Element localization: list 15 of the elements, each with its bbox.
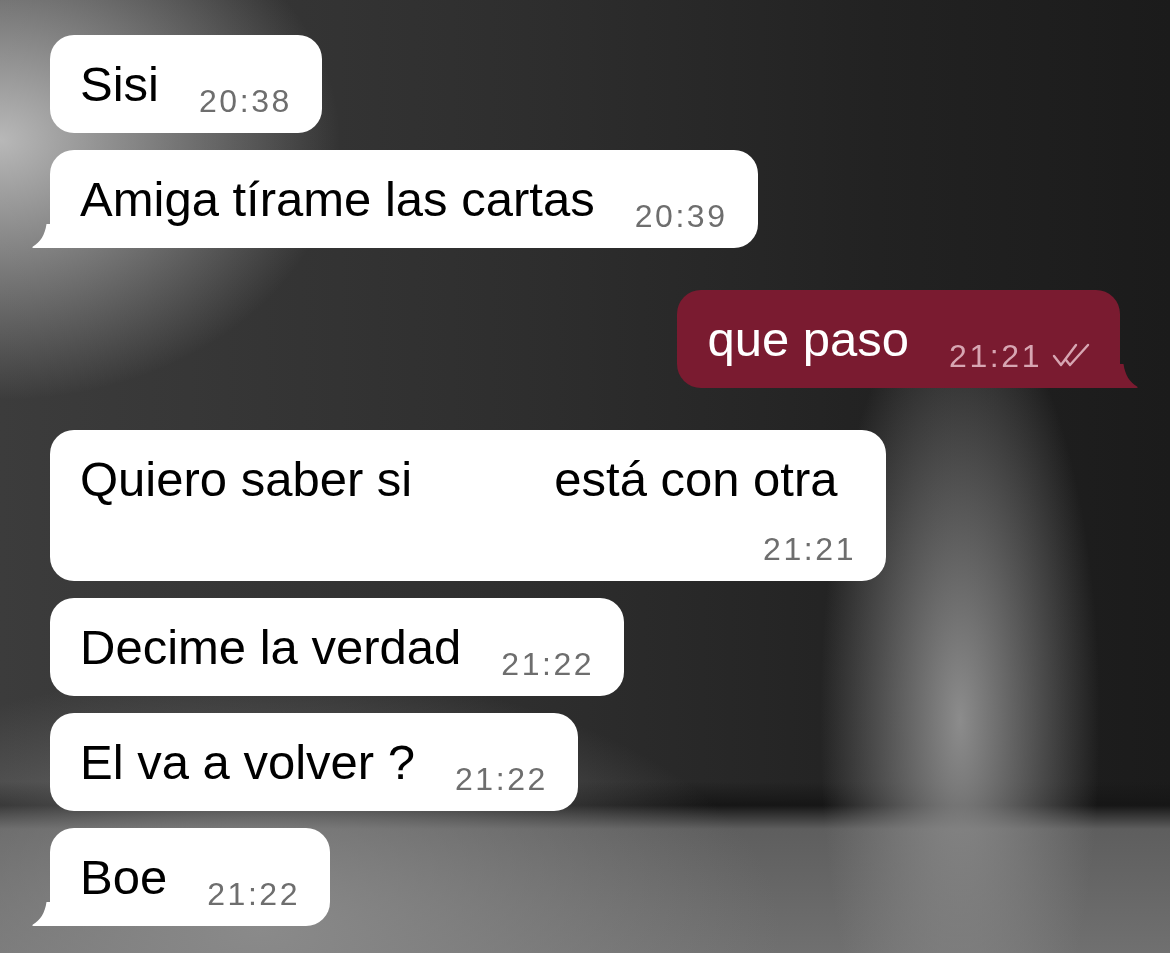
message-text: Decime la verdad: [80, 619, 462, 676]
message-time: 21:22: [207, 878, 301, 910]
message-time: 21:22: [501, 648, 595, 680]
message-time: 20:38: [198, 85, 292, 117]
message-text: Boe: [80, 849, 168, 906]
message-time: 21:22: [455, 763, 548, 795]
message-text: Amiga tírame las cartas: [80, 171, 595, 228]
message-time: 21:21: [763, 533, 856, 565]
message-text: El va a volver ?: [80, 734, 415, 791]
message-time: 21:21: [949, 340, 1042, 372]
message-text: que paso: [707, 311, 910, 368]
message-time: 20:39: [634, 200, 728, 232]
message-text: Sisi: [80, 56, 159, 113]
message-text: Quiero saber si: [80, 451, 413, 508]
message-text: está con otra: [554, 451, 838, 508]
